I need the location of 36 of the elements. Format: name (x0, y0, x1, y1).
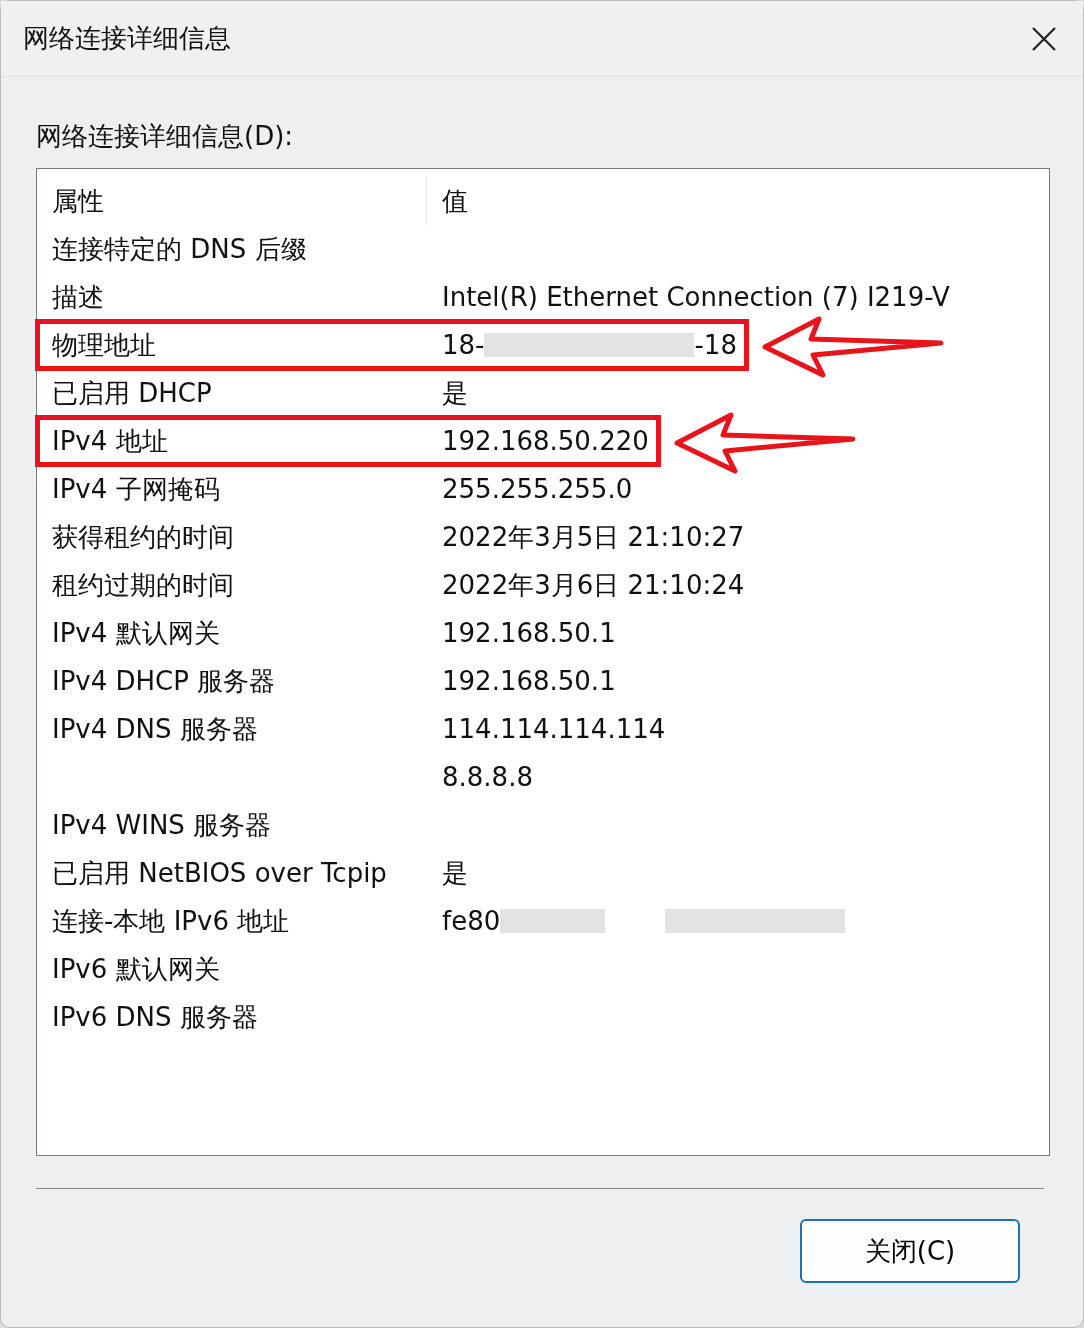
close-icon (1031, 25, 1057, 52)
property-value: 192.168.50.220 (442, 424, 649, 458)
column-header[interactable]: 值 (427, 181, 468, 221)
property-name: IPv4 默认网关 (52, 617, 220, 648)
property-name: IPv4 子网掩码 (52, 473, 220, 504)
property-name: IPv4 WINS 服务器 (52, 809, 272, 840)
property-value: Intel(R) Ethernet Connection (7) I219-V (442, 280, 950, 314)
property-name: 租约过期的时间 (52, 569, 234, 600)
property-name: IPv4 地址 (52, 425, 168, 456)
list-label: 网络连接详细信息(D): (36, 120, 295, 153)
property-name: IPv6 默认网关 (52, 953, 220, 984)
property-value: 2022年3月6日 21:10:24 (442, 568, 745, 602)
close-button[interactable]: 关闭(C) (800, 1219, 1020, 1283)
column-header[interactable]: 属性 (37, 177, 427, 225)
property-value: fe80 (442, 904, 501, 938)
property-value: 114.114.114.114 (442, 712, 666, 746)
property-value: 是 (442, 856, 468, 890)
window-title: 网络连接详细信息 (23, 22, 231, 55)
property-name: IPv6 DNS 服务器 (52, 1001, 258, 1032)
property-value: 255.255.255.0 (442, 472, 633, 506)
property-name: IPv4 DHCP 服务器 (52, 665, 276, 696)
property-name: 连接-本地 IPv6 地址 (52, 905, 290, 936)
property-value: 2022年3月5日 21:10:27 (442, 520, 745, 554)
property-value: 18- (442, 328, 485, 362)
property-name: IPv4 DNS 服务器 (52, 713, 258, 744)
property-value: 8.8.8.8 (442, 760, 533, 794)
property-name: 已启用 NetBIOS over Tcpip (52, 857, 387, 888)
property-name: 连接特定的 DNS 后缀 (52, 233, 307, 264)
property-name: 已启用 DHCP (52, 377, 212, 408)
property-name: 物理地址 (52, 329, 156, 360)
property-value: 192.168.50.1 (442, 664, 616, 698)
property-value: -18 (694, 328, 737, 362)
property-name: 描述 (52, 281, 104, 312)
property-value: 192.168.50.1 (442, 616, 616, 650)
property-name: 获得租约的时间 (52, 521, 234, 552)
property-value: 是 (442, 376, 468, 410)
